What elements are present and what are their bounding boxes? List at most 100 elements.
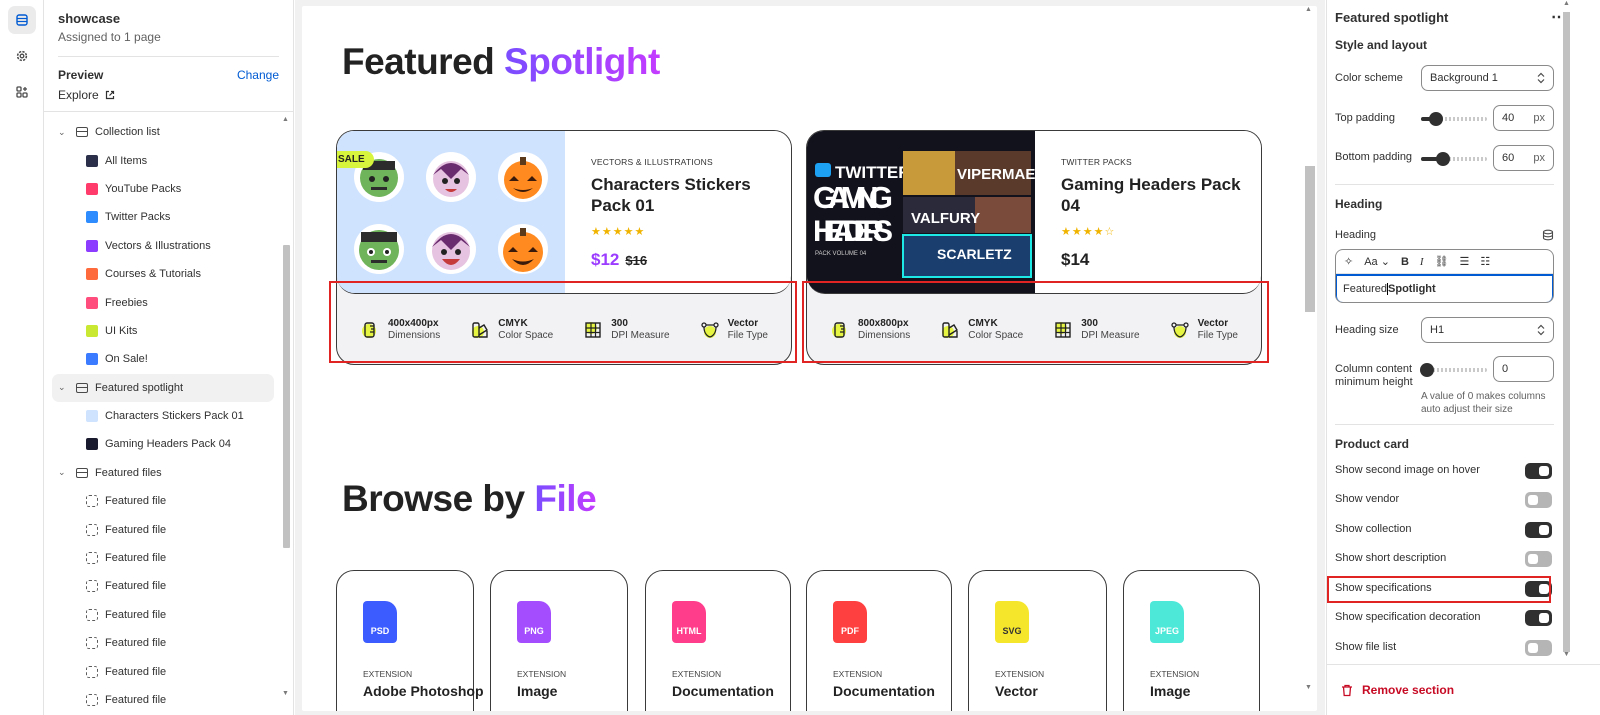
toggle-knob [1528, 643, 1538, 653]
toggle-label: Show short description [1335, 552, 1447, 564]
file-type-card-png[interactable]: PNG EXTENSION Image [490, 570, 628, 711]
tree-block-item[interactable]: Freebies [44, 288, 282, 316]
slider-handle[interactable] [1428, 112, 1443, 126]
heading-text-input[interactable]: Featured Spotlight [1336, 274, 1553, 302]
tree-featured-file-item[interactable]: Featured file [44, 657, 282, 685]
block-thumbnail [86, 268, 98, 281]
italic-icon[interactable]: I [1420, 256, 1424, 268]
file-type-card-psd[interactable]: PSD EXTENSION Adobe Photoshop [336, 570, 484, 711]
tree-featured-file-item[interactable]: Featured file [44, 629, 282, 657]
scroll-up-arrow[interactable]: ▲ [282, 116, 289, 123]
tree-block-item[interactable]: UI Kits [44, 317, 282, 345]
ai-generate-icon[interactable]: ✧ [1344, 255, 1353, 268]
top-padding-input[interactable]: 40 px [1493, 105, 1554, 131]
preview-scroll-down[interactable]: ▼ [1305, 684, 1312, 691]
tree-block-item[interactable]: Vectors & Illustrations [44, 232, 282, 260]
style-layout-heading: Style and layout [1335, 38, 1428, 52]
slider-handle[interactable] [1420, 363, 1434, 377]
sections-nav-button[interactable] [8, 6, 36, 34]
settings-header: Featured spotlight ⋯ [1335, 4, 1567, 30]
bottom-padding-slider[interactable] [1421, 152, 1487, 166]
sidebar-header: showcase Assigned to 1 page Preview Chan… [44, 0, 293, 112]
tree-block-item[interactable]: On Sale! [44, 345, 282, 373]
color-scheme-select[interactable]: Background 1 [1421, 65, 1554, 91]
toggle-show-file-list[interactable] [1525, 640, 1552, 656]
bullet-list-icon[interactable]: ☰ [1460, 255, 1470, 268]
tree-block-item[interactable]: Gaming Headers Pack 04 [44, 430, 282, 458]
file-type-card-html[interactable]: HTML EXTENSION Documentation [645, 570, 791, 711]
browse-heading[interactable]: Browse by File [342, 478, 597, 520]
dynamic-source-icon[interactable] [1542, 229, 1554, 241]
tree-featured-file-item[interactable]: Featured file [44, 572, 282, 600]
explore-link[interactable]: Explore [58, 88, 279, 102]
featured-heading[interactable]: Featured Spotlight [342, 41, 660, 83]
tree-label: On Sale! [105, 353, 148, 366]
preview-scroll-thumb[interactable] [1305, 166, 1315, 312]
column-height-input[interactable]: 0 [1493, 356, 1554, 382]
file-ext-label: EXTENSION [363, 669, 413, 679]
change-preview-link[interactable]: Change [237, 68, 279, 82]
sidebar-scrollbar[interactable]: ▲ ▼ [282, 116, 290, 708]
toggle-show-vendor[interactable] [1525, 492, 1552, 508]
product-collection[interactable]: VECTORS & ILLUSTRATIONS [591, 157, 781, 167]
link-icon[interactable]: ⛓ [1435, 255, 1449, 268]
file-type-name: Documentation [833, 683, 935, 699]
file-type-card-jpeg[interactable]: JPEG EXTENSION Image [1123, 570, 1260, 711]
toggle-show-short-description[interactable] [1525, 551, 1552, 567]
top-padding-slider[interactable] [1421, 112, 1487, 126]
toggle-show-second-image-on-hover[interactable] [1525, 463, 1552, 479]
settings-scroll-thumb[interactable] [1563, 12, 1570, 652]
file-icon: HTML [672, 601, 706, 643]
toggle-show-collection[interactable] [1525, 522, 1552, 538]
chevron-down-icon[interactable]: ⌄ [58, 467, 70, 478]
settings-scroll-up[interactable]: ▲ [1563, 0, 1570, 7]
tree-block-item[interactable]: YouTube Packs [44, 175, 282, 203]
sidebar-scroll-thumb[interactable] [283, 245, 290, 548]
column-height-slider[interactable] [1420, 363, 1487, 377]
toggle-show-specification-decoration[interactable] [1525, 610, 1552, 626]
tree-block-item[interactable]: All Items [44, 146, 282, 174]
chevron-down-icon[interactable]: ⌄ [58, 127, 70, 138]
file-type-card-pdf[interactable]: PDF EXTENSION Documentation [806, 570, 952, 711]
tree-featured-file-item[interactable]: Featured file [44, 544, 282, 572]
preview-scrollbar[interactable]: ▲ ▼ [1303, 6, 1315, 708]
tree-label: Courses & Tutorials [105, 268, 201, 281]
preview-scroll-up[interactable]: ▲ [1305, 6, 1312, 13]
divider [1335, 184, 1554, 185]
text-style-icon[interactable]: Aa ⌄ [1364, 255, 1390, 268]
tree-block-item[interactable]: Courses & Tutorials [44, 260, 282, 288]
heading-size-select[interactable]: H1 [1421, 317, 1554, 343]
apps-nav-button[interactable] [8, 78, 36, 106]
product-image-gaming[interactable]: TWITTER GAMING HEADERS PACK VOLUME 04 VI… [807, 131, 1035, 293]
tree-featured-file-item[interactable]: Featured file [44, 515, 282, 543]
scroll-down-arrow[interactable]: ▼ [282, 690, 289, 697]
image-text-scarletz: SCARLETZ [937, 246, 1012, 262]
tree-section-featured-spotlight[interactable]: ⌄ Featured spotlight [52, 373, 274, 402]
image-text-volume: PACK VOLUME 04 [815, 251, 867, 257]
settings-scrollbar[interactable]: ▲ ▼ [1561, 0, 1571, 664]
file-icon: SVG [995, 601, 1029, 643]
remove-section-button[interactable]: Remove section [1341, 683, 1454, 697]
product-collection[interactable]: TWITTER PACKS [1061, 157, 1251, 167]
settings-scroll-down[interactable]: ▼ [1563, 651, 1570, 658]
product-card-top: SALE VECTORS & ILLUSTRATIONS Characters … [337, 131, 791, 294]
chevron-down-icon[interactable]: ⌄ [58, 382, 70, 393]
bottom-padding-input[interactable]: 60 px [1493, 145, 1554, 171]
bold-icon[interactable]: B [1401, 256, 1409, 268]
slider-handle[interactable] [1435, 152, 1450, 166]
tree-block-item[interactable]: Twitter Packs [44, 203, 282, 231]
product-title[interactable]: Characters Stickers Pack 01 [591, 174, 781, 216]
toggle-knob [1528, 495, 1538, 505]
block-thumbnail [86, 239, 98, 252]
tree-featured-file-item[interactable]: Featured file [44, 686, 282, 714]
tree-featured-file-item[interactable]: Featured file [44, 601, 282, 629]
numbered-list-icon[interactable]: ☷ [1480, 255, 1490, 268]
toggle-knob [1539, 525, 1549, 535]
tree-section-collection-list[interactable]: ⌄ Collection list [44, 118, 282, 146]
product-title[interactable]: Gaming Headers Pack 04 [1061, 174, 1251, 216]
tree-featured-file-item[interactable]: Featured file [44, 487, 282, 515]
tree-section-featured-files[interactable]: ⌄ Featured files [44, 459, 282, 487]
settings-nav-button[interactable] [8, 42, 36, 70]
tree-block-item[interactable]: Characters Stickers Pack 01 [44, 402, 282, 430]
file-type-card-svg[interactable]: SVG EXTENSION Vector [968, 570, 1107, 711]
